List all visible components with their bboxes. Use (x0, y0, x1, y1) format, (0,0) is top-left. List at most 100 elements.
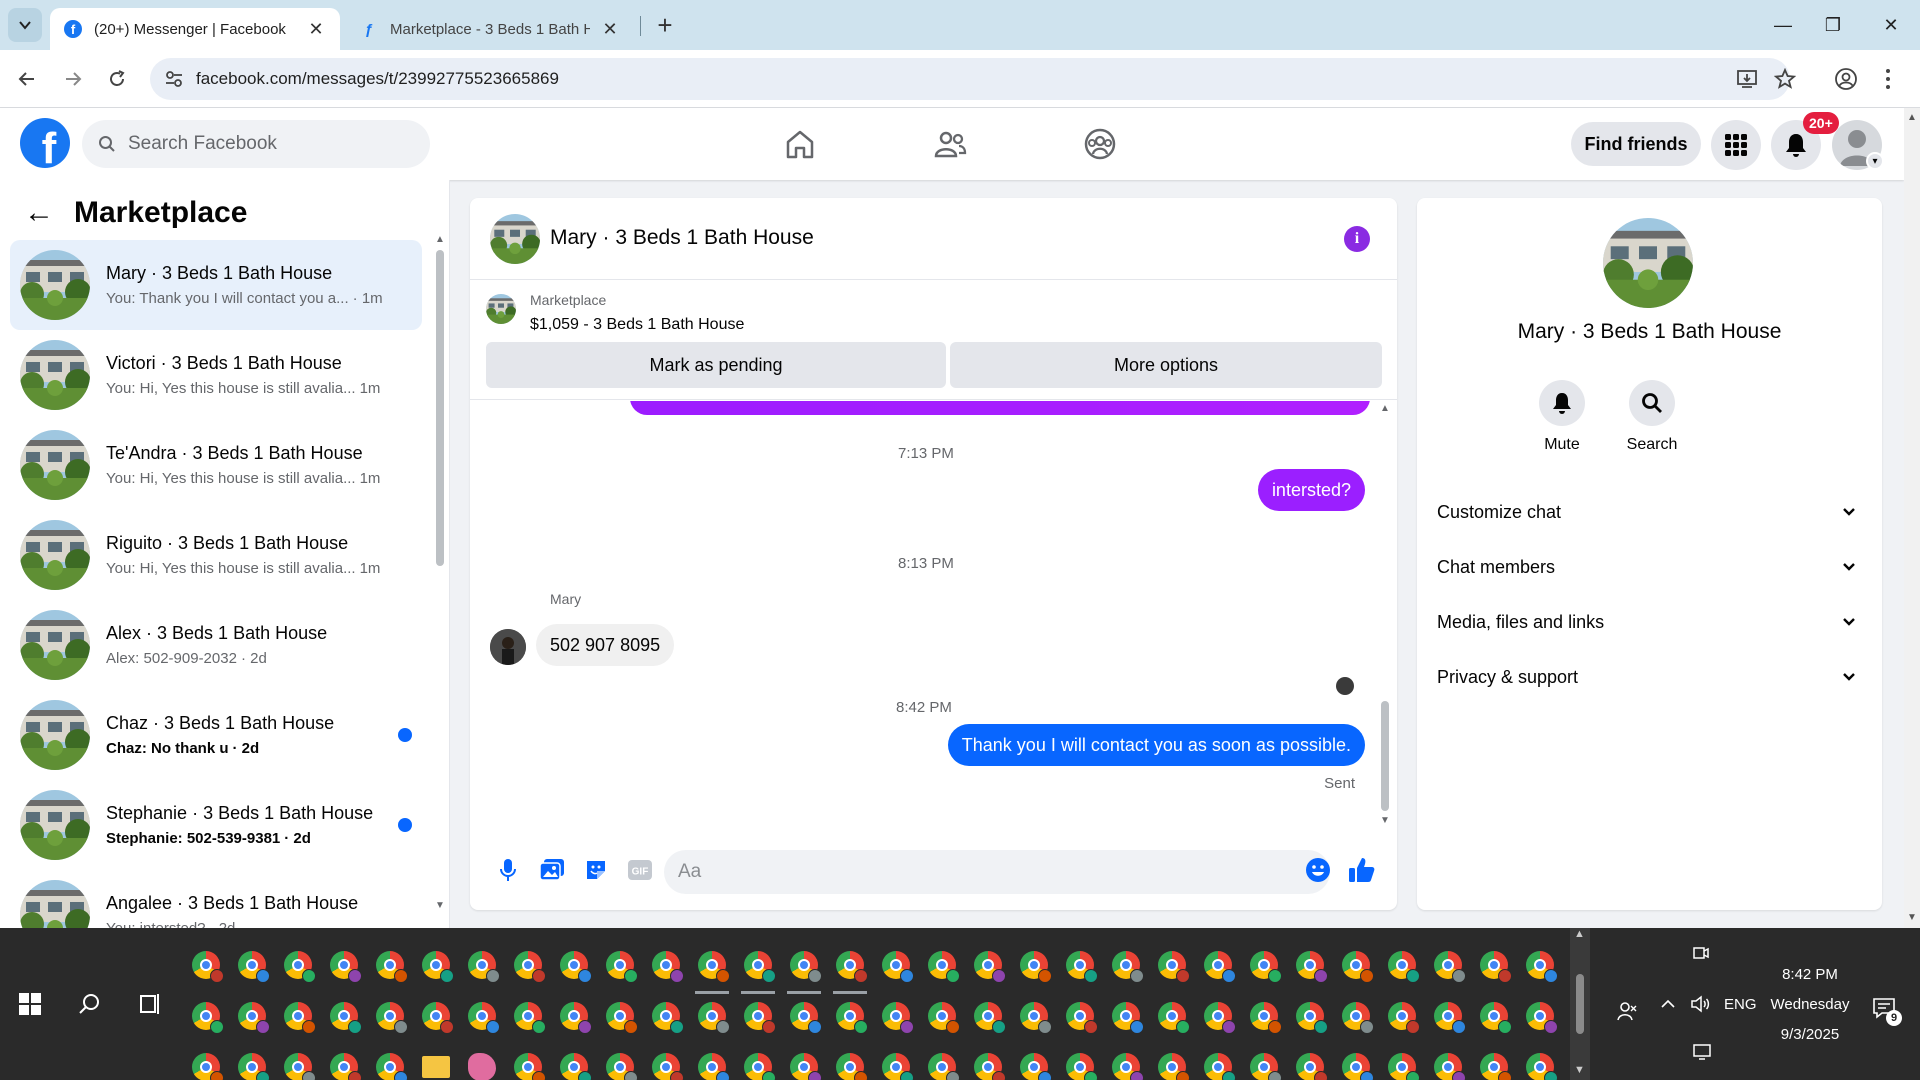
conversation-item[interactable]: Stephanie · 3 Beds 1 Bath House Stephanie… (10, 780, 422, 870)
chrome-window-icon[interactable] (238, 951, 270, 983)
chat-scrollbar[interactable]: ▲ ▼ (1378, 401, 1392, 829)
chrome-window-icon[interactable] (1112, 951, 1144, 983)
chrome-window-icon[interactable] (882, 1002, 914, 1034)
chrome-window-icon[interactable] (284, 1053, 316, 1080)
chrome-window-icon[interactable] (1480, 1053, 1512, 1080)
system-clock[interactable]: 8:42 PM Wednesday 9/3/2025 (1754, 928, 1866, 1080)
settings-section-row[interactable]: Privacy & support (1437, 657, 1857, 697)
scroll-down-icon[interactable]: ▼ (1574, 1064, 1585, 1076)
display-icon[interactable] (1692, 1044, 1712, 1060)
scrollbar-thumb[interactable] (1576, 974, 1584, 1034)
info-icon[interactable]: i (1344, 226, 1370, 252)
chrome-window-icon[interactable] (1296, 951, 1328, 983)
chrome-window-icon[interactable] (1158, 1002, 1190, 1034)
chrome-window-icon[interactable] (928, 1053, 960, 1080)
page-scrollbar[interactable]: ▲ ▼ (1904, 108, 1920, 928)
back-arrow-icon[interactable]: ← (24, 196, 54, 230)
chrome-window-icon[interactable] (560, 951, 592, 983)
settings-section-row[interactable]: Media, files and links (1437, 602, 1857, 642)
chrome-window-icon[interactable] (1434, 1053, 1466, 1080)
chrome-window-icon[interactable] (284, 951, 316, 983)
chrome-window-icon[interactable] (836, 951, 868, 983)
chrome-window-icon[interactable] (928, 951, 960, 983)
chrome-window-icon[interactable] (1066, 1002, 1098, 1034)
chrome-window-icon[interactable] (1158, 951, 1190, 983)
scroll-up-icon[interactable]: ▲ (1907, 112, 1917, 123)
scroll-down-icon[interactable]: ▼ (1907, 912, 1917, 923)
sticker-button[interactable] (582, 856, 610, 884)
chrome-window-icon[interactable] (882, 951, 914, 983)
start-button[interactable] (0, 928, 60, 1080)
chrome-window-icon[interactable] (698, 1002, 730, 1034)
chrome-window-icon[interactable] (790, 1002, 822, 1034)
chrome-window-icon[interactable] (1434, 1002, 1466, 1034)
account-chevron-icon[interactable]: ▾ (1866, 152, 1884, 170)
more-options-button[interactable]: More options (950, 342, 1382, 388)
outgoing-message[interactable]: Thank you I will contact you as soon as … (947, 724, 1365, 766)
chrome-window-icon[interactable] (606, 951, 638, 983)
chrome-window-icon[interactable] (1388, 1053, 1420, 1080)
sender-avatar[interactable] (490, 629, 526, 665)
chrome-window-icon[interactable] (1526, 951, 1558, 983)
chrome-window-icon[interactable] (192, 951, 224, 983)
chrome-window-icon[interactable] (1250, 1002, 1282, 1034)
chrome-window-icon[interactable] (1388, 951, 1420, 983)
chrome-window-icon[interactable] (744, 951, 776, 983)
chrome-window-icon[interactable] (1296, 1002, 1328, 1034)
contact-avatar[interactable] (1603, 218, 1693, 308)
listing-title[interactable]: $1,059 - 3 Beds 1 Bath House (530, 316, 744, 334)
home-icon[interactable] (782, 126, 818, 162)
maximize-button[interactable]: ❐ (1804, 0, 1862, 50)
chrome-window-icon[interactable] (1342, 1002, 1374, 1034)
outgoing-message[interactable]: intersted? (1257, 469, 1365, 511)
chrome-window-icon[interactable] (652, 1053, 684, 1080)
chrome-window-icon[interactable] (836, 1053, 868, 1080)
conversation-item[interactable]: Mary · 3 Beds 1 Bath House You: Thank you… (10, 240, 422, 330)
file-explorer-icon[interactable] (422, 1056, 450, 1078)
back-button[interactable] (10, 62, 44, 96)
chrome-window-icon[interactable] (1250, 1053, 1282, 1080)
notification-center-button[interactable]: 9 (1872, 996, 1902, 1026)
chrome-window-icon[interactable] (1526, 1002, 1558, 1034)
search-in-chat-button[interactable]: Search (1607, 380, 1697, 454)
chrome-window-icon[interactable] (1112, 1053, 1144, 1080)
chrome-window-icon[interactable] (514, 951, 546, 983)
message-input[interactable] (664, 850, 1330, 894)
chrome-window-icon[interactable] (238, 1002, 270, 1034)
profile-icon[interactable] (1834, 67, 1858, 91)
find-friends-button[interactable]: Find friends (1571, 122, 1701, 166)
chrome-window-icon[interactable] (744, 1053, 776, 1080)
chrome-window-icon[interactable] (1158, 1053, 1190, 1080)
chrome-window-icon[interactable] (330, 1002, 362, 1034)
chrome-window-icon[interactable] (514, 1053, 546, 1080)
emoji-button[interactable] (1304, 856, 1332, 884)
chrome-window-icon[interactable] (1204, 1002, 1236, 1034)
chrome-window-icon[interactable] (882, 1053, 914, 1080)
site-settings-icon[interactable] (164, 69, 184, 89)
chrome-window-icon[interactable] (560, 1053, 592, 1080)
chrome-window-icon[interactable] (744, 1002, 776, 1034)
forward-button[interactable] (56, 62, 90, 96)
chrome-window-icon[interactable] (974, 1053, 1006, 1080)
paint-app-icon[interactable] (468, 1053, 496, 1080)
tab-marketplace[interactable]: ƒ Marketplace - 3 Beds 1 Bath House ✕ (346, 8, 634, 50)
chrome-window-icon[interactable] (1342, 1053, 1374, 1080)
chrome-window-icon[interactable] (790, 951, 822, 983)
chrome-window-icon[interactable] (1020, 1002, 1052, 1034)
chrome-window-icon[interactable] (1112, 1002, 1144, 1034)
chrome-window-icon[interactable] (1342, 951, 1374, 983)
input-language[interactable]: ENG (1724, 928, 1757, 1080)
people-icon[interactable] (1616, 1000, 1638, 1022)
groups-icon[interactable] (1082, 126, 1118, 162)
install-app-icon[interactable] (1736, 69, 1758, 89)
chrome-window-icon[interactable] (974, 1002, 1006, 1034)
kebab-menu-icon[interactable] (1884, 67, 1892, 91)
chrome-window-icon[interactable] (1066, 951, 1098, 983)
chrome-window-icon[interactable] (1250, 951, 1282, 983)
chrome-window-icon[interactable] (376, 1053, 408, 1080)
scrollbar-thumb[interactable] (436, 250, 444, 566)
incoming-message[interactable]: 502 907 8095 (536, 624, 675, 666)
chrome-window-icon[interactable] (836, 1002, 868, 1034)
bookmark-star-icon[interactable] (1774, 68, 1796, 90)
settings-section-row[interactable]: Customize chat (1437, 492, 1857, 532)
